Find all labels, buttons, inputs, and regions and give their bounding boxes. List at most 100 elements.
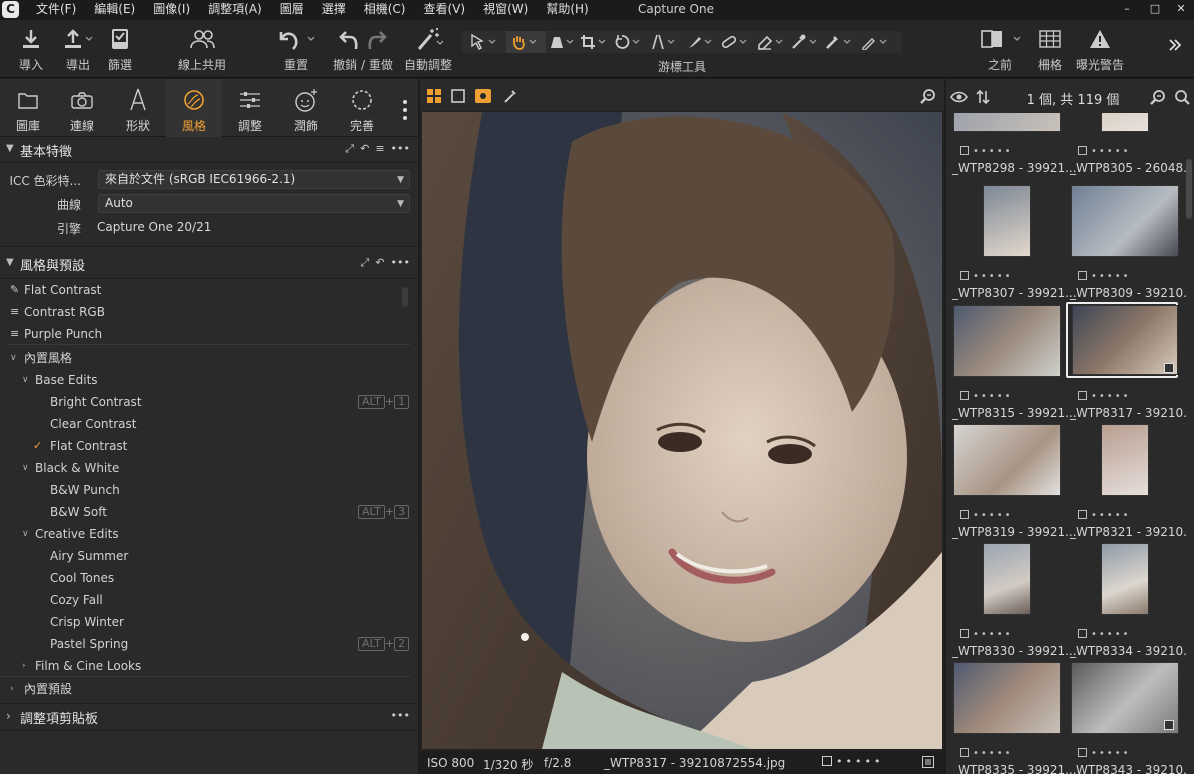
color-tag-icon[interactable] [1078,510,1087,519]
base-edits-group[interactable]: ∨ Base Edits [0,369,418,391]
rating-stars[interactable]: ••••• [822,755,883,768]
thumbnail-rating[interactable]: ••••• [1078,629,1131,640]
color-tag-icon[interactable] [960,510,969,519]
reset-section-icon[interactable]: ↶ [375,256,384,270]
basic-characteristics-header[interactable]: ▼ 基本特徵 ⤢ ↶ ≡ ••• [0,137,418,163]
eraser-icon[interactable] [756,34,786,50]
tab-retouch[interactable]: 潤飾 [278,79,334,137]
color-tag-icon[interactable] [960,629,969,638]
undo-redo-button[interactable]: 撤銷 / 重做 [330,26,396,72]
thumbnail[interactable]: ••••• _WTP8335 - 39921... [948,662,1077,774]
pan-hand-icon[interactable] [510,34,540,50]
color-tag-icon[interactable] [822,756,832,766]
multi-view-icon[interactable] [427,89,441,103]
style-airy-summer[interactable]: Airy Summer [0,545,418,567]
builtin-presets-group[interactable]: › 內置預設 [0,677,418,701]
annotate-icon[interactable] [860,34,890,50]
eye-icon[interactable] [950,91,968,103]
tab-adjust[interactable]: 調整 [222,79,278,137]
sort-icon[interactable] [976,90,990,104]
thumbnail[interactable]: ••••• _WTP8315 - 39921... [948,305,1077,423]
browser-scrollbar[interactable] [1186,159,1192,219]
adjustments-clipboard-header[interactable]: › 調整項剪貼板 ••• [0,703,418,731]
style-crisp-winter[interactable]: Crisp Winter [0,611,418,633]
import-button[interactable]: 導入 [10,26,52,72]
menu-camera[interactable]: 相機(C) [355,0,415,20]
style-pastel-spring[interactable]: Pastel Spring ALT +2 [0,633,418,655]
thumbnail-rating[interactable]: ••••• [960,146,1013,157]
menu-image[interactable]: 圖像(I) [144,0,199,20]
color-tag-icon[interactable] [1078,391,1087,400]
expand-icon[interactable]: ⤢ [345,142,354,156]
color-tag-icon[interactable] [1078,748,1087,757]
auto-adjust-button[interactable]: 自動調整 [402,26,454,72]
tab-style[interactable]: 風格 [166,79,222,137]
color-tag-icon[interactable] [960,146,969,155]
brush-icon[interactable] [686,34,716,50]
user-style-purple-punch[interactable]: ≡ Purple Punch [8,323,410,345]
color-tag-icon[interactable] [1078,629,1087,638]
black-white-group[interactable]: ∨ Black & White [0,457,418,479]
thumbnail[interactable]: ••••• _WTP8307 - 39921... [948,185,1077,303]
tab-capture[interactable]: 連線 [54,79,110,137]
thumbnail[interactable]: ••••• _WTP8309 - 39210... [1066,185,1186,303]
list-icon[interactable]: ≡ [375,142,384,156]
rotate-icon[interactable] [614,34,644,50]
film-cine-group[interactable]: › Film & Cine Looks [0,655,410,677]
creative-edits-group[interactable]: ∨ Creative Edits [0,523,418,545]
thumbnail-rating[interactable]: ••••• [960,748,1013,759]
tab-library[interactable]: 圖庫 [0,79,56,137]
tab-refine[interactable]: 完善 [334,79,390,137]
thumbnail-rating[interactable]: ••••• [960,391,1013,402]
menu-select[interactable]: 選擇 [313,0,355,20]
style-cozy-fall[interactable]: Cozy Fall [0,589,418,611]
thumbnail-rating[interactable]: ••••• [960,510,1013,521]
style-bw-soft[interactable]: B&W Soft ALT +3 [0,501,418,523]
proof-view-icon[interactable] [475,89,491,103]
thumbnail[interactable]: ••••• _WTP8343 - 39210... [1066,662,1186,774]
close-button[interactable]: ✕ [1166,0,1194,18]
reset-button[interactable]: 重置 [276,26,316,72]
before-button[interactable]: 之前 [976,26,1024,72]
share-button[interactable]: 線上共用 [172,26,232,72]
metadata-icon[interactable] [922,756,934,771]
color-tag-icon[interactable] [960,271,969,280]
picker-icon[interactable] [824,34,854,50]
minimize-button[interactable]: – [1112,0,1142,18]
menu-adjustments[interactable]: 調整項(A) [199,0,271,20]
heal-icon[interactable] [720,34,750,50]
main-image[interactable] [422,112,942,749]
thumbnail-rating[interactable]: ••••• [1078,146,1131,157]
thumbnail-rating[interactable]: ••••• [1078,748,1131,759]
user-styles-scrollbar[interactable] [402,287,408,307]
tab-shape[interactable]: 形狀 [110,79,166,137]
user-style-contrast-rgb[interactable]: ≡ Contrast RGB [8,301,410,323]
toolbar-overflow-button[interactable] [1164,38,1186,55]
menu-view[interactable]: 查看(V) [415,0,475,20]
more-icon[interactable]: ••• [391,256,410,270]
more-icon[interactable]: ••• [391,709,410,722]
curve-select[interactable]: Auto ▼ [98,194,410,213]
style-flat-contrast[interactable]: ✓ Flat Contrast [0,435,418,457]
icc-profile-select[interactable]: 來自於文件 (sRGB IEC61966-2.1) ▼ [98,170,410,189]
export-button[interactable]: 導出 [56,26,100,72]
color-tag-icon[interactable] [1078,271,1087,280]
thumbnail-rating[interactable]: ••••• [1078,391,1131,402]
thumbnail[interactable]: ••••• _WTP8319 - 39921... [948,424,1077,542]
thumbnail[interactable]: ••••• _WTP8321 - 39210... [1066,424,1186,542]
thumbnail-rating[interactable]: ••••• [960,271,1013,282]
lens-correction-icon[interactable] [650,34,680,50]
search-icon[interactable] [1174,89,1190,105]
user-style-flat-contrast[interactable]: ✎ Flat Contrast [8,279,410,301]
thumbnail-rating[interactable]: ••••• [1078,510,1131,521]
color-picker-icon[interactable] [790,34,820,50]
select-cursor-icon[interactable] [470,34,500,50]
expand-icon[interactable]: ⤢ [361,256,370,270]
grid-button[interactable]: 柵格 [1030,26,1070,72]
thumbnail-rating[interactable]: ••••• [960,629,1013,640]
menu-edit[interactable]: 編輯(E) [85,0,144,20]
builtin-styles-group[interactable]: ∨ 內置風格 [0,347,418,369]
tab-overflow-button[interactable] [402,99,408,121]
thumbnail[interactable]: ••••• _WTP8330 - 39921... [948,543,1077,661]
single-view-icon[interactable] [451,89,465,103]
